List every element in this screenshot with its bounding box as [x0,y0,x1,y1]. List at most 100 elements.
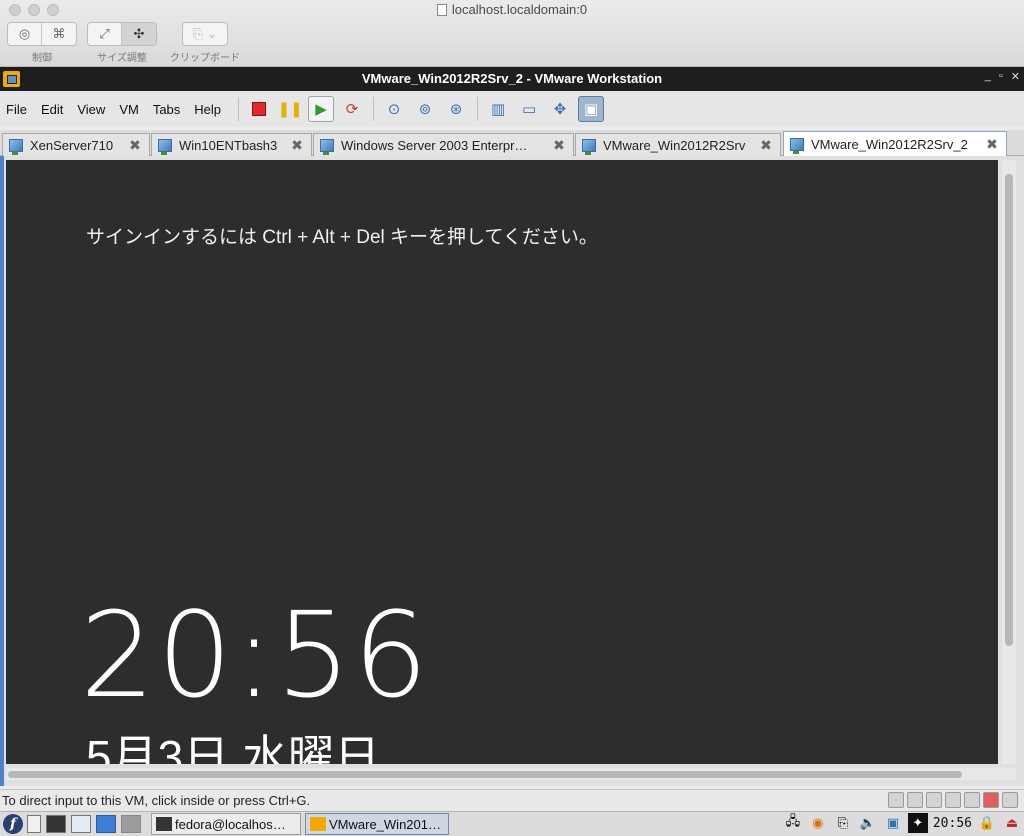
close-tab-icon[interactable]: ✖ [986,136,998,153]
toolbar-separator [373,97,375,121]
menubar: File Edit View VM Tabs Help ❚❚ ▶ ⟳ ⊙ ⊚ ⊛… [0,91,1024,127]
task-vmware[interactable]: VMware_Win201… [305,813,449,835]
status-message: To direct input to this VM, click inside… [2,793,311,808]
clipboard-button[interactable]: ⎘ ⌄ [183,23,227,45]
dropbox-icon[interactable]: ✦ [907,813,928,833]
printer-icon[interactable] [945,792,961,808]
toolbar-separator [238,97,240,121]
maximize-icon[interactable]: ▫ [999,70,1003,83]
logout-icon[interactable]: ⏏ [1002,813,1022,833]
quick-switch-button[interactable]: ✥ [547,96,573,122]
volume-icon[interactable]: 🔈 [858,813,878,833]
network-manager-icon[interactable]: 🖧 [783,813,803,833]
fullscreen-icon: ▣ [583,101,599,118]
tab-label: Windows Server 2003 Enterpr… [341,137,528,153]
horizontal-scroll-thumb[interactable] [8,771,962,778]
search-device-icon[interactable] [926,792,942,808]
reset-button[interactable]: ⟳ [339,96,365,122]
close-tab-icon[interactable]: ✖ [760,137,772,154]
sidebar-button[interactable]: ▥ [485,96,511,122]
vm-icon [320,138,334,155]
signin-prompt: サインインするには Ctrl + Alt + Del キーを押してください。 [86,227,598,248]
power-off-button[interactable] [246,96,272,122]
power-off-icon [252,102,267,116]
tab-vmware-win2012r2srv[interactable]: VMware_Win2012R2Srv ✖ [575,133,781,156]
usb-disconnected-icon[interactable] [983,792,999,808]
update-icon[interactable]: ◉ [808,813,828,833]
vm-icon [9,138,23,155]
resize-label: サイズ調整 [97,53,147,64]
menu-file[interactable]: File [6,102,35,117]
tab-vmware-win2012r2srv-2[interactable]: VMware_Win2012R2Srv_2 ✖ [783,131,1007,157]
expand-icon: ⤢ [99,26,110,41]
terminal-icon[interactable] [46,815,66,833]
trash-icon[interactable] [27,815,41,833]
control-label: 制御 [32,53,52,64]
menu-view[interactable]: View [77,102,113,117]
workspace-2-icon[interactable] [121,815,141,833]
cursor-control-button[interactable]: ◎ [8,23,42,45]
snapshot-button[interactable]: ⊙ [381,96,407,122]
terminal-icon [156,817,172,831]
device-icons [888,792,1018,808]
menu-help[interactable]: Help [194,102,229,117]
binoculars-icon: ⌘ [52,26,66,41]
task-terminal[interactable]: fedora@localhos… [151,813,301,835]
horizontal-scrollbar[interactable] [6,768,1016,780]
viewer-title: localhost.localdomain:0 [0,2,1024,17]
viewer-title-text: localhost.localdomain:0 [451,2,588,17]
menu-edit[interactable]: Edit [41,102,71,117]
vmware-icon [310,817,326,831]
close-icon[interactable]: ✕ [1011,70,1020,83]
sidebar-icon: ▥ [490,101,506,118]
guest-lock-screen[interactable]: サインインするには Ctrl + Alt + Del キーを押してください。 2… [6,160,998,764]
tab-label: VMware_Win2012R2Srv [603,137,746,153]
fedora-menu-icon[interactable]: f [3,814,23,834]
close-tab-icon[interactable]: ✖ [129,137,141,154]
suspend-icon: ❚❚ [277,101,303,118]
tab-label: Win10ENTbash3 [179,137,278,153]
clipboard-icon: ⎘ ⌄ [192,26,218,41]
revert-snapshot-button[interactable]: ⊚ [412,96,438,122]
desktop-taskbar: f fedora@localhos… VMware_Win201… 🖧 ◉ ⎘ … [0,811,1024,836]
binoculars-button[interactable]: ⌘ [42,23,76,45]
snapshot-manager-icon: ⊛ [449,101,463,118]
menu-vm[interactable]: VM [119,102,147,117]
tray-clock[interactable]: 20:56 [933,816,972,831]
vm-icon [790,138,804,154]
reset-icon: ⟳ [345,101,359,118]
tab-label: VMware_Win2012R2Srv_2 [811,137,968,152]
thumbnail-bar-button[interactable]: ▭ [516,96,542,122]
vmware-window-title: VMware_Win2012R2Srv_2 - VMware Workstati… [361,71,663,86]
tab-win10entbash3[interactable]: Win10ENTbash3 ✖ [151,133,312,156]
vmware-statusbar: To direct input to this VM, click inside… [0,789,1024,811]
lock-icon[interactable]: 🔒 [977,813,997,833]
message-icon[interactable] [1002,792,1018,808]
vm-tray-icon[interactable]: ▣ [883,813,903,833]
tab-xenserver710[interactable]: XenServer710 ✖ [2,133,150,156]
menu-tabs[interactable]: Tabs [153,102,188,117]
fullscreen-button[interactable]: ▣ [578,96,605,122]
snapshot-manager-button[interactable]: ⊛ [443,96,469,122]
suspend-button[interactable]: ❚❚ [277,96,303,122]
windows-icon[interactable] [71,815,91,833]
vertical-scroll-thumb[interactable] [1005,174,1013,646]
clipboard-group: ⎘ ⌄ クリップボード [170,22,240,64]
close-tab-icon[interactable]: ✖ [291,137,303,154]
cd-dvd-icon[interactable] [907,792,923,808]
network-icon[interactable] [964,792,980,808]
task-label: fedora@localhos… [175,816,286,832]
workspace-1-icon[interactable] [96,815,116,833]
expand-button[interactable]: ⤢ [88,23,122,45]
vertical-scrollbar[interactable] [1002,160,1016,764]
tab-windows-server-2003[interactable]: Windows Server 2003 Enterpr… ✖ [313,133,574,156]
power-on-button[interactable]: ▶ [308,96,335,122]
vmware-titlebar: VMware_Win2012R2Srv_2 - VMware Workstati… [0,67,1024,91]
lock-screen-clock: 20:56 [80,586,431,724]
clipboard-tray-icon[interactable]: ⎘ [833,813,853,833]
minimize-icon[interactable]: _ [985,70,991,83]
hard-disk-icon[interactable] [888,792,904,808]
window-controls: _ ▫ ✕ [985,70,1020,83]
close-tab-icon[interactable]: ✖ [553,137,565,154]
shrink-button[interactable]: ✣ [122,23,156,45]
